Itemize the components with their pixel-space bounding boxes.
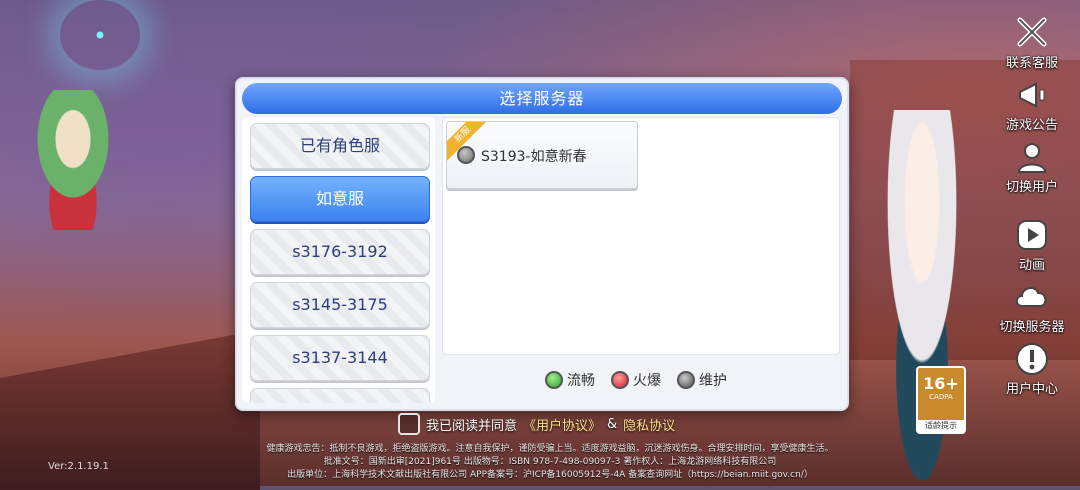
age-tip: 适龄提示 — [918, 420, 964, 432]
server-name: S3193-如意新春 — [481, 149, 587, 165]
server-list: 新服 S3193-如意新春 — [442, 117, 840, 355]
server-category-list[interactable]: 已有角色服 如意服 s3176-3192 s3145-3175 s3137-31… — [242, 117, 435, 403]
status-legend: 流畅 火爆 维护 — [545, 369, 727, 391]
info-icon — [1012, 342, 1052, 376]
legend-label: 流畅 — [567, 373, 595, 389]
legend-smooth: 流畅 — [545, 370, 595, 390]
green-dot-icon — [545, 371, 563, 389]
agreement-prefix: 我已阅读并同意 — [426, 418, 518, 434]
server-card[interactable]: 新服 S3193-如意新春 — [446, 121, 638, 189]
server-select-dialog: 选择服务器 已有角色服 如意服 s3176-3192 s3145-3175 s3… — [235, 77, 849, 411]
character-left — [18, 90, 128, 230]
tools-icon — [1012, 16, 1052, 50]
switch-user-button[interactable]: 切换用户 — [992, 140, 1072, 195]
cloud-icon — [1012, 280, 1052, 314]
version-label: Ver:2.1.19.1 — [48, 461, 109, 472]
switch-user-icon — [1012, 140, 1052, 174]
side-label: 游戏公告 — [1005, 118, 1058, 133]
legend-label: 维护 — [699, 373, 727, 389]
side-label: 切换用户 — [1005, 180, 1058, 195]
agreement-amp: & — [607, 416, 618, 432]
category-ruyi[interactable]: 如意服 — [250, 176, 430, 222]
side-label: 切换服务器 — [999, 320, 1065, 335]
age-org: CADPA — [929, 393, 953, 401]
category-s3145-3175[interactable]: s3145-3175 — [250, 282, 430, 328]
gray-dot-icon — [677, 371, 695, 389]
user-agreement-link[interactable]: 《用户协议》 — [523, 415, 601, 434]
category-partial[interactable] — [250, 388, 430, 403]
firework-decoration — [60, 0, 140, 70]
privacy-link[interactable]: 隐私协议 — [623, 415, 675, 434]
footer-notice: 健康游戏忠告：抵制不良游戏，拒绝盗版游戏。注意自我保护，谨防受骗上当。适度游戏益… — [200, 443, 900, 482]
approval-info: 批准文号：国新出审[2021]961号 出版物号：ISBN 978-7-498-… — [323, 457, 777, 467]
legend-maintenance: 维护 — [677, 370, 727, 390]
contact-support-button[interactable]: 联系客服 — [992, 16, 1072, 71]
age-rating-badge[interactable]: 16+ CADPA 适龄提示 — [916, 366, 966, 434]
switch-server-button[interactable]: 切换服务器 — [992, 280, 1072, 335]
category-s3137-3144[interactable]: s3137-3144 — [250, 335, 430, 381]
category-existing-roles[interactable]: 已有角色服 — [250, 123, 430, 169]
publisher-info: 出版单位：上海科学技术文献出版社有限公司 APP备案号：沪ICP备1600591… — [287, 470, 813, 480]
side-label: 联系客服 — [1005, 56, 1058, 71]
category-s3176-3192[interactable]: s3176-3192 — [250, 229, 430, 275]
legend-hot: 火爆 — [611, 370, 661, 390]
legend-label: 火爆 — [633, 373, 661, 389]
age-rating: 16+ — [923, 374, 959, 393]
agreement-row: 我已阅读并同意 《用户协议》 & 隐私协议 — [398, 413, 675, 435]
play-icon — [1012, 218, 1052, 252]
health-notice: 健康游戏忠告：抵制不良游戏，拒绝盗版游戏。注意自我保护，谨防受骗上当。适度游戏益… — [266, 444, 834, 454]
status-maintenance-icon — [457, 146, 475, 164]
side-label: 用户中心 — [1005, 382, 1058, 397]
animation-button[interactable]: 动画 — [992, 218, 1072, 273]
red-dot-icon — [611, 371, 629, 389]
announcement-icon — [1012, 78, 1052, 112]
dialog-title: 选择服务器 — [242, 83, 842, 114]
user-center-button[interactable]: 用户中心 — [992, 342, 1072, 397]
announcement-button[interactable]: 游戏公告 — [992, 78, 1072, 133]
side-label: 动画 — [1018, 258, 1045, 273]
agreement-checkbox[interactable] — [398, 413, 420, 435]
